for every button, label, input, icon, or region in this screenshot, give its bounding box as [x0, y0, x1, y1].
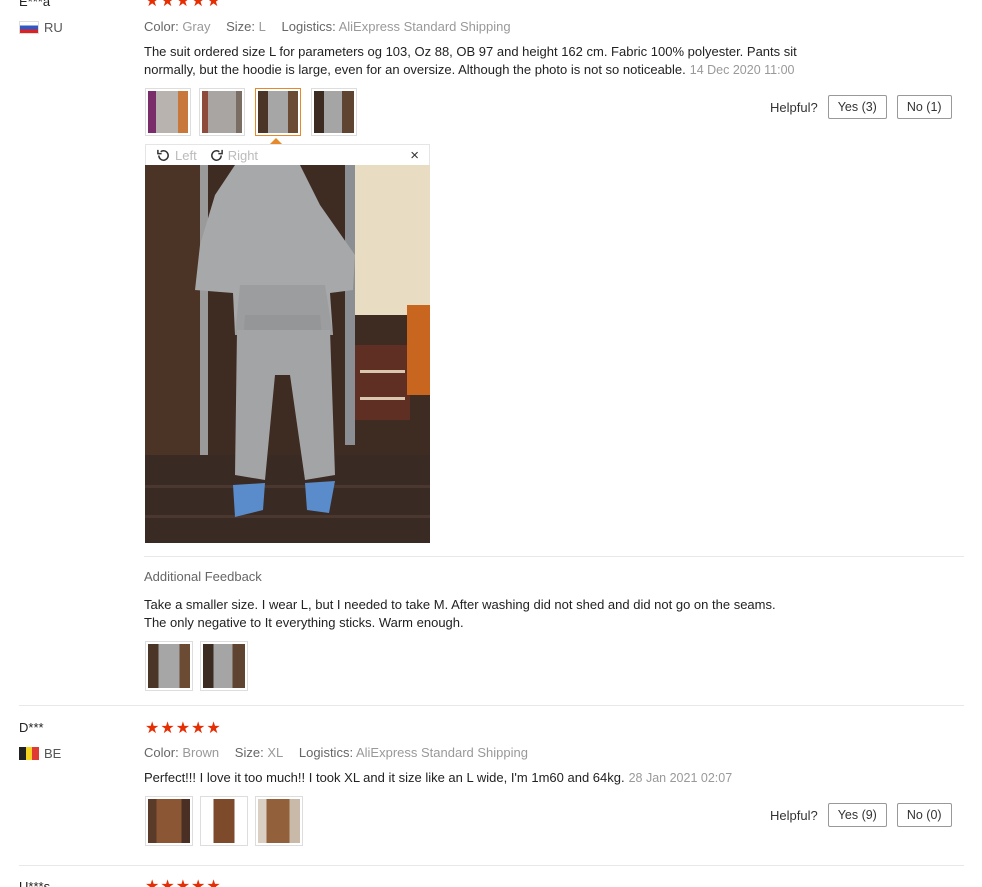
- photo-image: [202, 91, 242, 133]
- star-icon: ★: [206, 720, 221, 737]
- review-photo-thumb[interactable]: [199, 88, 245, 136]
- rating-stars: ★ ★ ★ ★ ★: [145, 879, 221, 887]
- reviewer-country: RU: [19, 20, 63, 35]
- logistics-value: AliExpress Standard Shipping: [355, 745, 528, 760]
- review-photo-thumb[interactable]: [145, 88, 191, 136]
- helpful-yes-button[interactable]: Yes (3): [827, 95, 887, 119]
- reviewer-name: E***a: [19, 0, 51, 9]
- country-code: BE: [44, 746, 62, 761]
- flag-be-icon: [19, 747, 40, 760]
- star-icon: ★: [206, 878, 221, 887]
- rotate-right-label: Right: [227, 147, 259, 163]
- section-divider: [144, 556, 964, 557]
- review-text-line: Perfect!!! I love it too much!! I took X…: [144, 770, 625, 785]
- rating-stars: ★ ★ ★ ★ ★: [145, 0, 221, 10]
- rotate-right-icon: [210, 149, 223, 161]
- additional-feedback-text: Take a smaller size. I wear L, but I nee…: [144, 596, 864, 632]
- photo-viewer-image: [145, 165, 430, 543]
- star-icon: ★: [191, 720, 206, 737]
- reviewer-name: U***s: [19, 879, 51, 887]
- star-icon: ★: [160, 878, 175, 887]
- review-photo-thumb[interactable]: [145, 796, 193, 846]
- star-icon: ★: [175, 0, 191, 10]
- review-divider: [19, 705, 964, 706]
- star-icon: ★: [145, 878, 160, 887]
- photo-image: [148, 799, 190, 843]
- helpful-yes-button[interactable]: Yes (9): [827, 803, 887, 827]
- rotate-left-icon: [157, 149, 169, 161]
- additional-photo-thumb[interactable]: [145, 641, 193, 691]
- size-value: XL: [267, 745, 284, 760]
- review-photo-thumb[interactable]: [200, 796, 248, 846]
- rotate-right-button[interactable]: Right: [209, 148, 258, 163]
- logistics-label: Logistics:: [298, 745, 354, 760]
- photo-viewer-toolbar: Left Right ×: [145, 144, 430, 166]
- additional-text-line: The only negative to It everything stick…: [144, 615, 464, 630]
- photo-image: [258, 799, 300, 843]
- flag-ru-icon: [19, 21, 39, 34]
- color-value: Brown: [182, 745, 220, 760]
- review-text: Perfect!!! I love it too much!! I took X…: [144, 769, 864, 787]
- additional-photo-thumb[interactable]: [200, 641, 248, 691]
- helpful-section: Helpful? Yes (3) No (1): [770, 95, 952, 119]
- photo-image: [148, 644, 190, 688]
- helpful-label: Helpful?: [770, 99, 818, 115]
- color-label: Color:: [144, 745, 179, 760]
- size-label: Size:: [234, 745, 264, 760]
- photo-person-in-tracksuit: [145, 165, 430, 543]
- review-text-line: normally, but the hoodie is large, even …: [144, 62, 686, 77]
- photo-image: [203, 799, 245, 843]
- review-date: 28 Jan 2021 02:07: [628, 771, 733, 785]
- review-photo-thumb[interactable]: [255, 796, 303, 846]
- rating-stars: ★ ★ ★ ★ ★: [145, 721, 221, 737]
- review-text-line-2: normally, but the hoodie is large, even …: [144, 61, 864, 79]
- star-icon: ★: [175, 720, 191, 737]
- additional-text-line: Take a smaller size. I wear L, but I nee…: [144, 597, 776, 612]
- photo-image: [314, 91, 354, 133]
- color-label: Color:: [144, 19, 179, 34]
- size-label: Size:: [226, 19, 256, 34]
- star-icon: ★: [191, 0, 206, 10]
- review-date: 14 Dec 2020 11:00: [689, 63, 795, 77]
- review-photo-thumb-selected[interactable]: [255, 88, 301, 136]
- star-icon: ★: [191, 878, 206, 887]
- review-text-line: The suit ordered size L for parameters o…: [144, 44, 797, 59]
- country-code: RU: [44, 20, 63, 35]
- photo-image: [258, 91, 298, 133]
- star-icon: ★: [160, 720, 175, 737]
- additional-feedback-title: Additional Feedback: [144, 569, 262, 584]
- color-value: Gray: [182, 19, 211, 34]
- review-text: The suit ordered size L for parameters o…: [144, 43, 864, 79]
- order-info: Color: Brown Size: XL Logistics: AliExpr…: [144, 745, 528, 760]
- rotate-left-button[interactable]: Left: [156, 148, 197, 163]
- photo-image: [148, 91, 188, 133]
- reviewer-country: BE: [19, 746, 61, 761]
- star-icon: ★: [160, 0, 175, 10]
- star-icon: ★: [175, 878, 191, 887]
- helpful-no-button[interactable]: No (1): [896, 95, 952, 119]
- review-divider: [19, 865, 964, 866]
- reviewer-name: D***: [19, 720, 44, 735]
- size-value: L: [258, 19, 266, 34]
- star-icon: ★: [145, 720, 160, 737]
- close-icon[interactable]: ×: [410, 147, 419, 164]
- helpful-section: Helpful? Yes (9) No (0): [770, 803, 952, 827]
- photo-image: [203, 644, 245, 688]
- helpful-label: Helpful?: [770, 807, 818, 823]
- logistics-label: Logistics:: [281, 19, 336, 34]
- order-info: Color: Gray Size: L Logistics: AliExpres…: [144, 19, 511, 34]
- review-photo-thumb[interactable]: [311, 88, 357, 136]
- star-icon: ★: [206, 0, 221, 10]
- logistics-value: AliExpress Standard Shipping: [338, 19, 511, 34]
- star-icon: ★: [145, 0, 160, 10]
- helpful-no-button[interactable]: No (0): [896, 803, 952, 827]
- rotate-left-label: Left: [175, 147, 197, 163]
